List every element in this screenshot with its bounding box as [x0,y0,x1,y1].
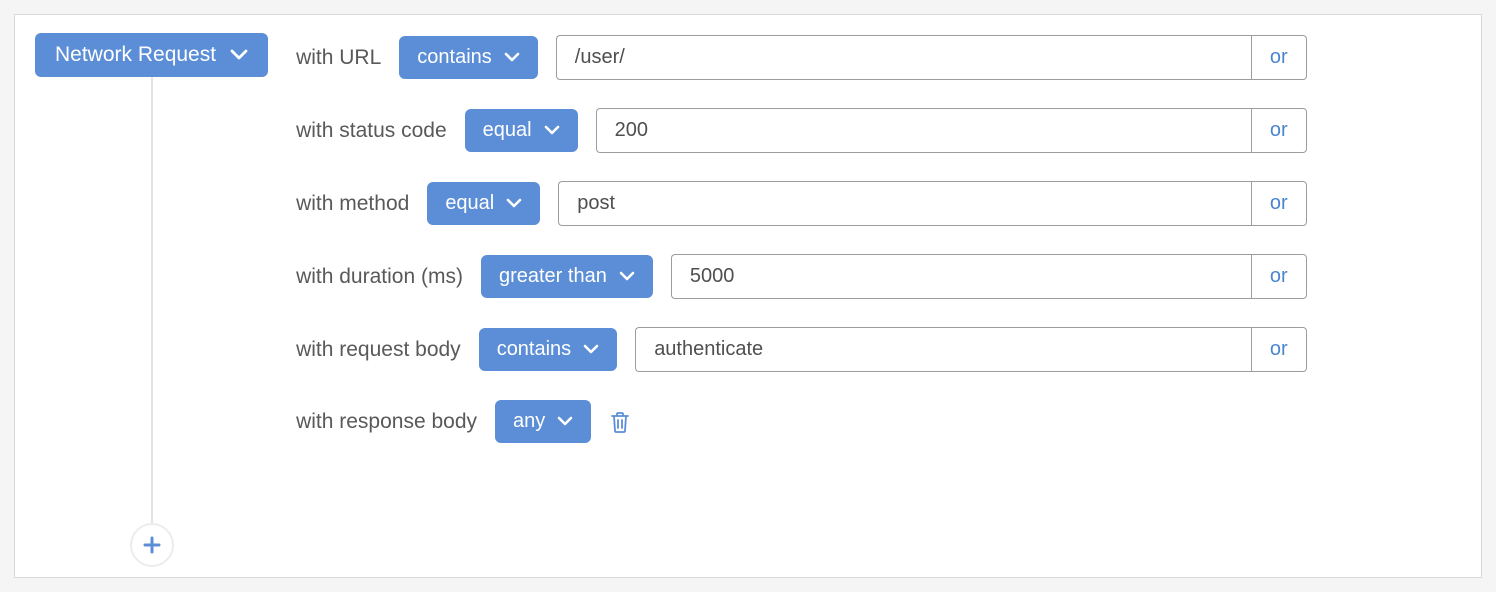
condition-row-method: with method equal or [296,181,1307,226]
operator-label: equal [445,192,494,215]
operator-select-duration[interactable]: greater than [481,255,653,298]
filter-builder: Network Request with URL contains [35,33,1461,443]
value-input-status[interactable] [596,108,1251,153]
connector-line [151,77,153,531]
value-input-duration[interactable] [671,254,1251,299]
event-type-select[interactable]: Network Request [35,33,268,77]
condition-label: with duration (ms) [296,265,463,289]
operator-select-url[interactable]: contains [399,36,538,79]
condition-row-duration: with duration (ms) greater than or [296,254,1307,299]
event-type-label: Network Request [55,43,216,67]
chevron-down-icon [583,344,599,355]
condition-label: with URL [296,46,381,70]
condition-label: with status code [296,119,447,143]
operator-select-response-body[interactable]: any [495,400,591,443]
or-button[interactable]: or [1251,254,1307,299]
conditions-list: with URL contains or with status code eq… [296,33,1307,443]
operator-label: any [513,410,545,433]
condition-label: with response body [296,410,477,434]
operator-label: contains [497,338,572,361]
add-condition-button[interactable] [130,523,174,567]
chevron-down-icon [619,271,635,282]
operator-label: contains [417,46,492,69]
condition-row-status: with status code equal or [296,108,1307,153]
chevron-down-icon [506,198,522,209]
filter-builder-panel: Network Request with URL contains [14,14,1482,578]
value-input-url[interactable] [556,35,1251,80]
condition-row-response-body: with response body any [296,400,1307,443]
chevron-down-icon [504,52,520,63]
trash-icon[interactable] [609,410,631,434]
condition-label: with method [296,192,409,216]
chevron-down-icon [544,125,560,136]
operator-label: equal [483,119,532,142]
condition-label: with request body [296,338,461,362]
operator-label: greater than [499,265,607,288]
operator-select-request-body[interactable]: contains [479,328,618,371]
condition-row-url: with URL contains or [296,35,1307,80]
or-button[interactable]: or [1251,181,1307,226]
value-input-method[interactable] [558,181,1251,226]
event-column: Network Request [35,33,268,77]
operator-select-status[interactable]: equal [465,109,578,152]
or-button[interactable]: or [1251,327,1307,372]
or-button[interactable]: or [1251,108,1307,153]
value-input-request-body[interactable] [635,327,1251,372]
or-button[interactable]: or [1251,35,1307,80]
operator-select-method[interactable]: equal [427,182,540,225]
chevron-down-icon [557,416,573,427]
chevron-down-icon [230,49,248,61]
condition-row-request-body: with request body contains or [296,327,1307,372]
